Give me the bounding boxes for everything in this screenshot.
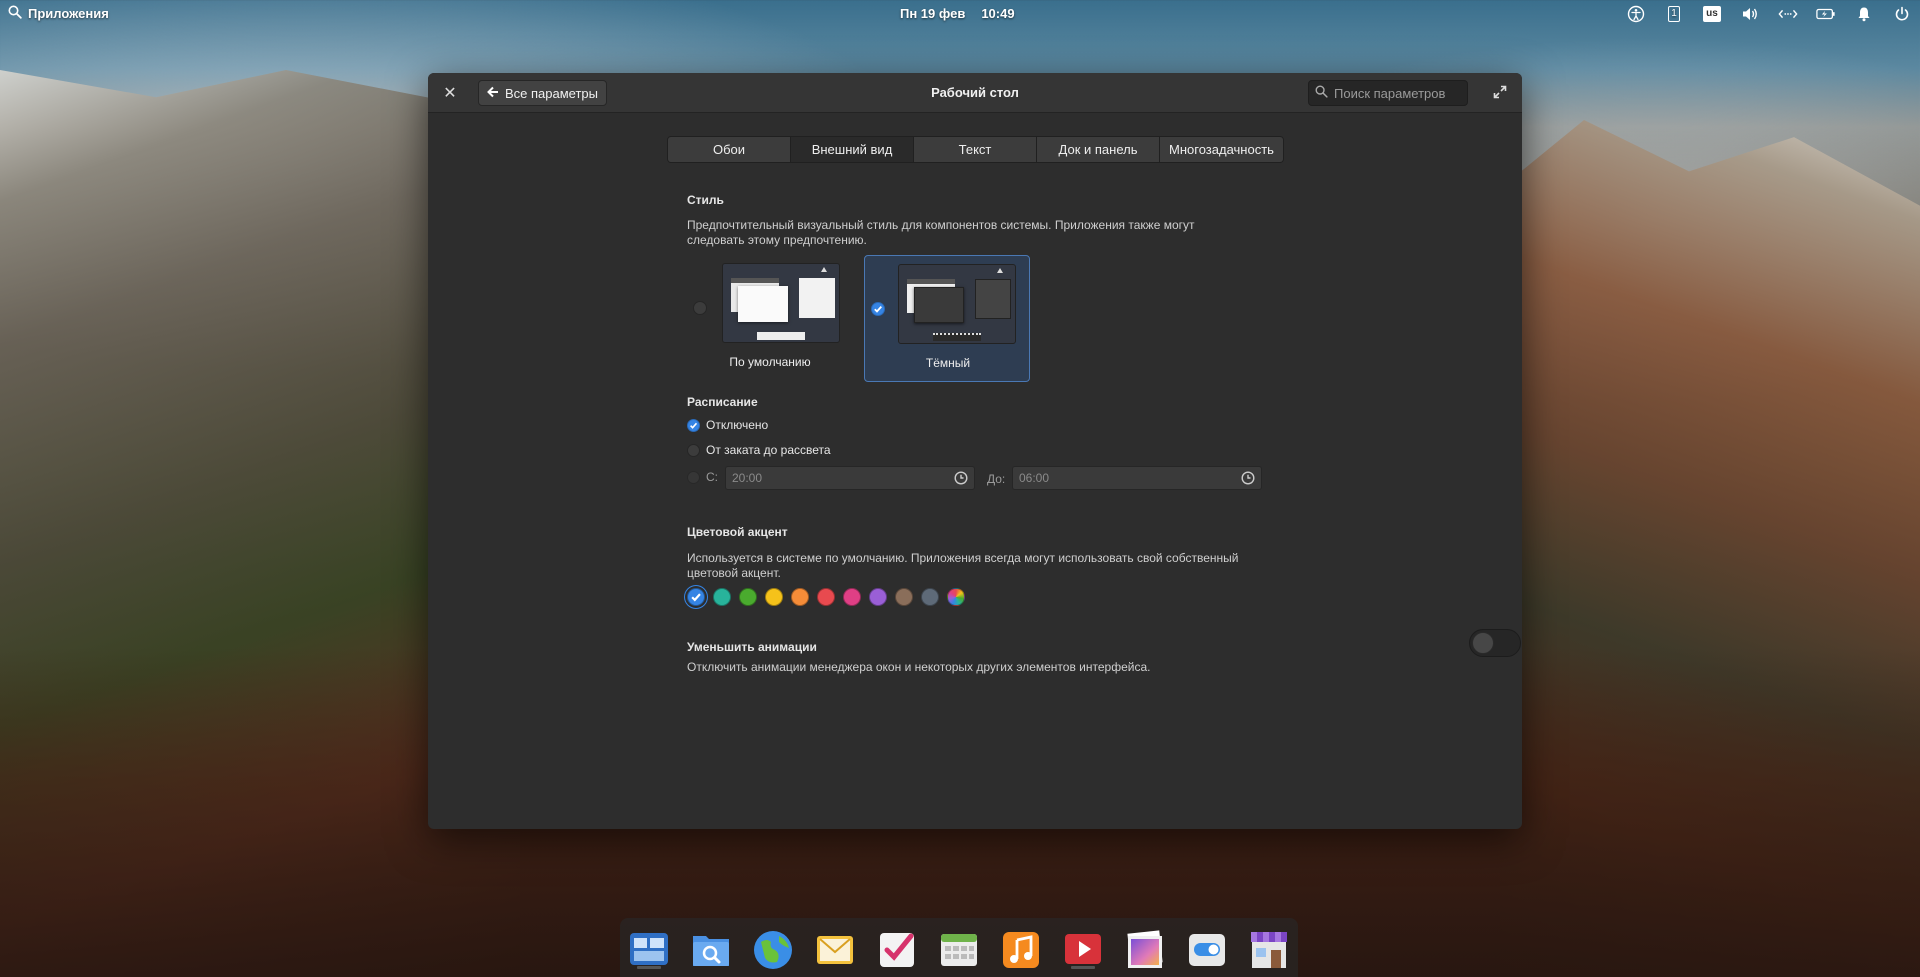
maximize-button[interactable] [1490,83,1510,103]
network-icon[interactable] [1778,4,1798,24]
system-settings-icon[interactable] [1183,926,1231,977]
tab-bar: Обои Внешний вид Текст Док и панель Мног… [667,136,1284,163]
style-option-dark[interactable]: Тёмный [864,255,1030,382]
mail-icon[interactable] [811,926,859,974]
time-label: 10:49 [981,6,1015,21]
date-label: Пн 19 фев [900,6,966,21]
checkmark-icon [690,422,698,429]
style-default-label: По умолчанию [729,355,811,369]
videos-icon[interactable] [1059,926,1107,974]
schedule-sunset-radio[interactable] [687,443,700,457]
top-panel: Приложения Пн 19 фев 10:49 1 us [0,0,1920,30]
search-input[interactable]: Поиск параметров [1308,80,1468,106]
accent-swatch[interactable] [921,588,939,606]
applications-menu-button[interactable]: Приложения [8,5,109,22]
toggle-knob [1472,632,1494,654]
accessibility-icon[interactable] [1626,4,1646,24]
search-icon [1315,85,1328,101]
dock [620,918,1298,977]
workspace-number: 1 [1668,6,1680,22]
style-section-title: Стиль [687,193,724,207]
tab-dock-panel[interactable]: Док и панель [1037,137,1160,162]
animations-description: Отключить анимации менеджера окон и неко… [687,660,1151,674]
titlebar: ✕ Все параметры Рабочий стол Поиск парам… [428,73,1522,113]
accent-section-title: Цветовой акцент [687,525,788,539]
tab-wallpaper[interactable]: Обои [668,137,791,162]
schedule-disabled-label: Отключено [706,418,769,432]
web-browser-icon[interactable] [749,926,797,974]
notifications-icon[interactable] [1854,4,1874,24]
accent-description: Используется в системе по умолчанию. При… [687,551,1239,580]
photos-icon[interactable] [1121,926,1169,974]
accent-swatch[interactable] [765,588,783,606]
to-time-value: 06:00 [1019,471,1050,485]
from-time-value: 20:00 [732,471,763,485]
schedule-section-title: Расписание [687,395,758,409]
tab-multitasking[interactable]: Многозадачность [1160,137,1283,162]
style-dark-preview [898,264,1016,344]
style-description: Предпочтительный визуальный стиль для ко… [687,218,1195,247]
maximize-icon [1493,85,1507,102]
search-icon [8,5,22,22]
indicators: 1 us [1626,4,1912,24]
to-label: До: [987,472,1006,486]
accent-color-picker [687,588,965,606]
accent-swatch[interactable] [895,588,913,606]
accent-swatch[interactable] [739,588,757,606]
schedule-sunset-label: От заката до рассвета [706,443,831,457]
keyboard-layout-indicator[interactable]: us [1702,4,1722,24]
music-icon[interactable] [997,926,1045,974]
tab-appearance[interactable]: Внешний вид [791,137,914,162]
tab-text[interactable]: Текст [914,137,1037,162]
accent-swatch[interactable] [817,588,835,606]
power-icon[interactable] [1892,4,1912,24]
tasks-icon[interactable] [873,926,921,974]
volume-icon[interactable] [1740,4,1760,24]
checkmark-icon [691,593,701,602]
from-label: С: [706,470,718,484]
schedule-option-manual[interactable]: С: [687,470,718,484]
accent-swatch[interactable] [713,588,731,606]
clock-icon [954,471,968,488]
battery-icon[interactable] [1816,4,1836,24]
date-time-indicator[interactable]: Пн 19 фев 10:49 [900,6,1015,21]
style-option-default[interactable]: По умолчанию [687,255,853,382]
accent-swatch[interactable] [791,588,809,606]
reduce-animations-toggle[interactable] [1469,629,1521,657]
to-time-input[interactable]: 06:00 [1012,466,1262,490]
search-placeholder: Поиск параметров [1334,85,1446,101]
workspace-indicator[interactable]: 1 [1664,4,1684,24]
style-default-radio[interactable] [693,301,707,315]
multitasking-view-icon[interactable] [625,926,673,974]
schedule-option-disabled[interactable]: Отключено [687,418,768,432]
schedule-option-sunset-sunrise[interactable]: От заката до рассвета [687,443,831,457]
from-time-input[interactable]: 20:00 [725,466,975,490]
style-default-preview [722,263,840,343]
applications-label: Приложения [28,6,109,21]
accent-swatch[interactable] [687,588,705,606]
accent-swatch[interactable] [947,588,965,606]
calendar-icon[interactable] [935,926,983,974]
animations-section-title: Уменьшить анимации [687,640,817,654]
settings-window: ✕ Все параметры Рабочий стол Поиск парам… [428,73,1522,829]
accent-swatch[interactable] [843,588,861,606]
files-icon[interactable] [687,926,735,974]
checkmark-icon [874,305,882,313]
style-dark-label: Тёмный [925,356,971,370]
accent-swatch[interactable] [869,588,887,606]
keyboard-layout-label: us [1703,6,1721,22]
schedule-manual-radio[interactable] [687,470,700,484]
schedule-disabled-radio[interactable] [687,418,700,432]
appcenter-icon[interactable] [1245,926,1293,974]
clock-icon [1241,471,1255,488]
style-dark-radio[interactable] [871,302,885,316]
